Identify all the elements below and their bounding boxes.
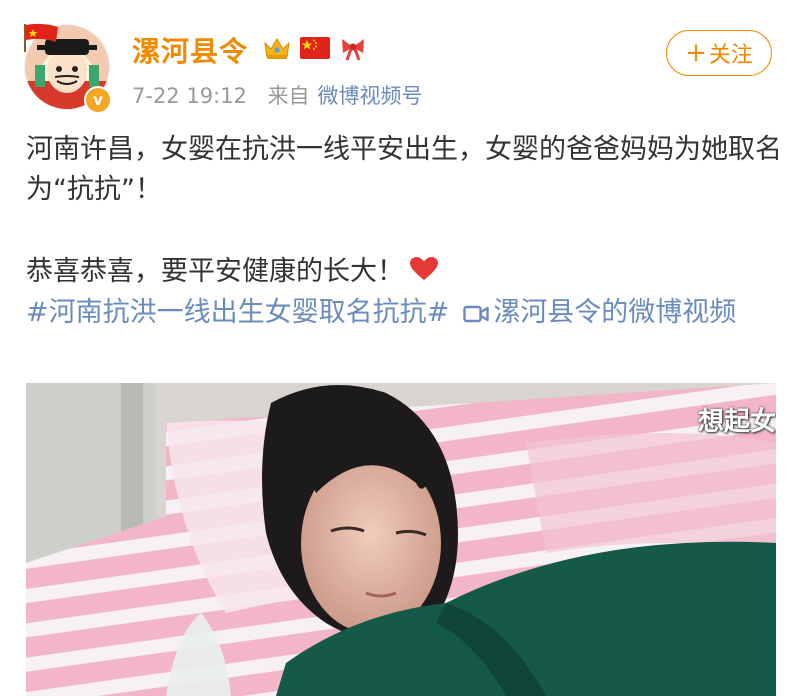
follow-label: 关注 xyxy=(708,43,753,68)
video-link[interactable]: 漯河县令的微博视频 xyxy=(493,297,736,328)
post-links: #河南抗洪一线出生女婴取名抗抗# 漯河县令的微博视频 xyxy=(26,293,786,336)
username[interactable]: 漯河县令 xyxy=(132,30,248,70)
video-thumbnail[interactable]: 想起女 xyxy=(26,383,776,696)
source-link[interactable]: 微博视频号 xyxy=(318,84,423,108)
user-badges xyxy=(262,33,368,63)
heart-icon xyxy=(410,253,438,293)
follow-button[interactable]: + 关注 xyxy=(666,30,772,76)
video-frame-image xyxy=(26,383,776,696)
timestamp: 7-22 19:12 xyxy=(132,84,247,108)
bow-icon[interactable] xyxy=(338,35,368,61)
crown-icon[interactable] xyxy=(262,35,292,61)
post-meta: 7-22 19:12 来自 微博视频号 xyxy=(132,80,423,110)
source-prefix: 来自 xyxy=(267,84,310,108)
video-link-icon xyxy=(463,296,489,336)
avatar[interactable]: v xyxy=(24,23,112,114)
post-body: 河南许昌，女婴在抗洪一线平安出生，女婴的爸爸妈妈为她取名为“抗抗”！ 恭喜恭喜，… xyxy=(26,130,786,336)
post-line-2-text: 恭喜恭喜，要平安健康的长大！ xyxy=(26,256,404,287)
hashtag-link[interactable]: #河南抗洪一线出生女婴取名抗抗# xyxy=(26,297,449,328)
post-line-2: 恭喜恭喜，要平安健康的长大！ xyxy=(26,252,786,293)
video-subtitle: 想起女 xyxy=(697,407,776,437)
china-flag-icon[interactable] xyxy=(300,35,330,61)
china-flag-icon xyxy=(24,23,58,52)
verified-badge: v xyxy=(84,86,112,114)
plus-icon: + xyxy=(685,38,707,68)
post-header: v 漯河县令 7-22 19:12 来自 微博视频号 + 关注 xyxy=(0,0,800,120)
post-line-1: 河南许昌，女婴在抗洪一线平安出生，女婴的爸爸妈妈为她取名为“抗抗”！ xyxy=(26,134,782,205)
